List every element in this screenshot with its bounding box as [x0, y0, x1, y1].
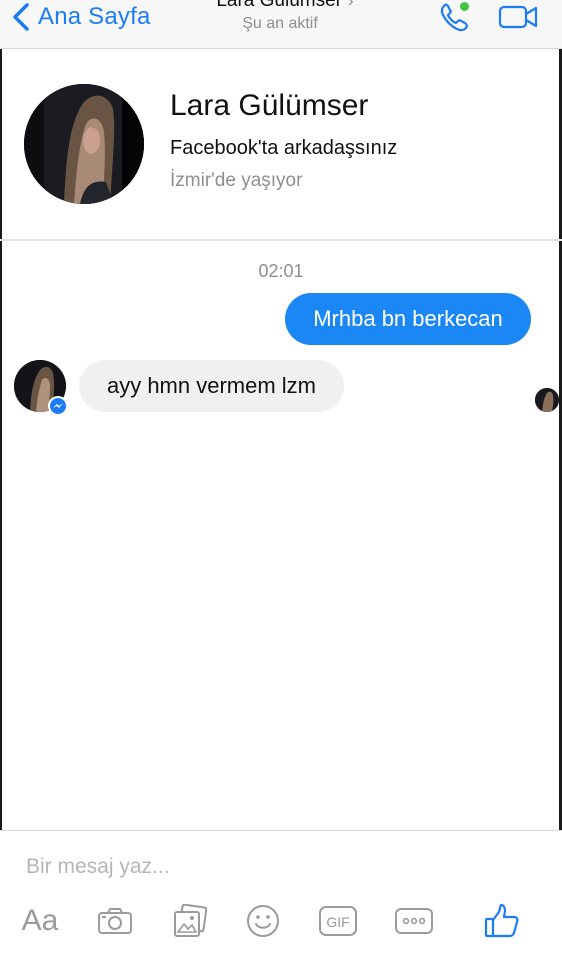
- gallery-button[interactable]: [172, 901, 208, 941]
- text-size-icon: Aa: [21, 904, 59, 937]
- online-indicator: [460, 2, 469, 11]
- svg-text:GIF: GIF: [326, 914, 349, 930]
- message-input[interactable]: [26, 852, 526, 882]
- gallery-icon: [174, 904, 207, 937]
- camera-button[interactable]: [96, 901, 134, 941]
- emoji-button[interactable]: [246, 901, 280, 941]
- profile-location: İzmir'de yaşıyor: [170, 170, 303, 191]
- profile-name: Lara Gülümser: [170, 89, 369, 122]
- profile-avatar[interactable]: [24, 84, 144, 204]
- avatar-photo-icon: [24, 84, 144, 204]
- back-button[interactable]: Ana Sayfa: [10, 0, 151, 34]
- avatar-photo-icon: [535, 388, 559, 412]
- chevron-right-icon: ›: [348, 0, 354, 10]
- emoji-icon: [247, 905, 279, 937]
- more-icon: [395, 908, 433, 934]
- like-button[interactable]: [482, 901, 522, 941]
- profile-header: Lara Gülümser Facebook'ta arkadaşsınız İ…: [0, 49, 562, 241]
- lightning-icon: [53, 403, 63, 408]
- back-label: Ana Sayfa: [38, 3, 151, 30]
- composer: Aa GIF: [0, 830, 562, 961]
- conversation-title-text: Lara Gülümser: [216, 0, 342, 10]
- like-icon: [484, 903, 519, 938]
- more-button[interactable]: [394, 901, 434, 941]
- messenger-badge-icon: [48, 396, 68, 416]
- video-camera-icon: [498, 5, 538, 29]
- outgoing-message-bubble[interactable]: Mrhba bn berkecan: [285, 293, 531, 345]
- nav-bar: Ana Sayfa Lara Gülümser › Şu an aktif: [0, 0, 562, 49]
- messenger-bolt-icon: [50, 398, 66, 414]
- seen-indicator-avatar: [535, 388, 559, 412]
- gif-button[interactable]: GIF: [318, 901, 358, 941]
- active-status: Şu an aktif: [242, 15, 318, 32]
- friendship-status: Facebook'ta arkadaşsınız: [170, 137, 398, 159]
- conversation-title[interactable]: Lara Gülümser ›: [200, 0, 370, 10]
- video-call-button[interactable]: [498, 4, 540, 30]
- text-size-button[interactable]: Aa: [20, 901, 60, 941]
- gif-icon: GIF: [319, 906, 357, 936]
- chevron-left-icon: [13, 3, 29, 31]
- message-timestamp: 02:01: [258, 261, 304, 281]
- incoming-message-bubble[interactable]: ayy hmn vermem lzm: [79, 360, 344, 412]
- camera-icon: [98, 908, 132, 934]
